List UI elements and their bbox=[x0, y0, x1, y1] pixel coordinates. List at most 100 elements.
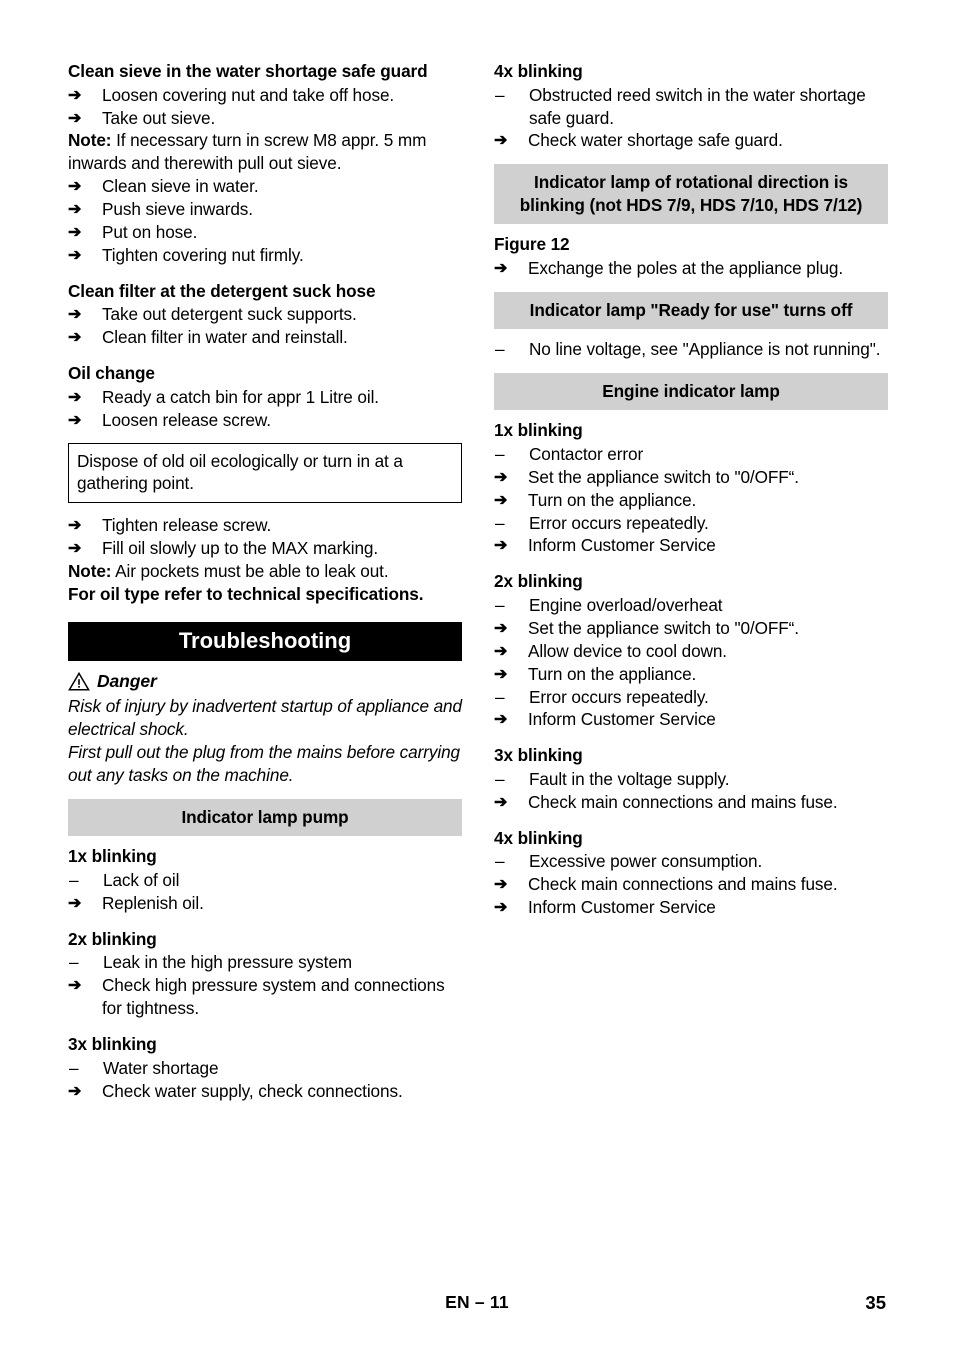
footer-language-section: EN – 11 bbox=[445, 1292, 509, 1312]
list-item: ➔ Fill oil slowly up to the MAX marking. bbox=[68, 537, 462, 560]
list-item-text: Turn on the appliance. bbox=[528, 663, 697, 684]
section-clean-sieve: Clean sieve in the water shortage safe g… bbox=[68, 60, 462, 267]
list-item: – No line voltage, see "Appliance is not… bbox=[494, 338, 888, 361]
note-label: Note: bbox=[68, 130, 112, 151]
section-bar-troubleshooting: Troubleshooting bbox=[68, 621, 462, 662]
danger-heading: Danger bbox=[68, 671, 462, 692]
group-2x-blinking-pump: 2x blinking – Leak in the high pressure … bbox=[68, 928, 462, 1020]
list-item: ➔ Inform Customer Service bbox=[494, 534, 888, 557]
list-item-text: Excessive power consumption. bbox=[529, 851, 763, 872]
arrow-icon: ➔ bbox=[494, 665, 508, 683]
list-item: ➔ Inform Customer Service bbox=[494, 708, 888, 731]
list-item: – Error occurs repeatedly. bbox=[494, 686, 888, 709]
list-item: – Leak in the high pressure system bbox=[68, 951, 462, 974]
manual-page: Clean sieve in the water shortage safe g… bbox=[0, 0, 954, 1354]
list-item: ➔ Ready a catch bin for appr 1 Litre oil… bbox=[68, 386, 462, 409]
left-column: Clean sieve in the water shortage safe g… bbox=[68, 60, 462, 1102]
note-text: Air pockets must be able to leak out. bbox=[111, 561, 389, 582]
group-1x-blinking-engine: 1x blinking – Contactor error ➔ Set the … bbox=[494, 419, 888, 557]
dash-icon: – bbox=[495, 338, 505, 359]
arrow-icon: ➔ bbox=[494, 468, 508, 486]
section-bar-engine-indicator-lamp: Engine indicator lamp bbox=[494, 372, 888, 411]
list-item: ➔ Loosen covering nut and take off hose. bbox=[68, 84, 462, 107]
list-item-text: Clean sieve in water. bbox=[102, 176, 259, 197]
arrow-icon: ➔ bbox=[68, 977, 82, 995]
note-bold-tail: For oil type refer to technical specific… bbox=[68, 583, 424, 604]
list-item-text: Error occurs repeatedly. bbox=[529, 512, 709, 533]
list-item: ➔ Loosen release screw. bbox=[68, 409, 462, 432]
dash-icon: – bbox=[495, 768, 505, 789]
arrow-icon: ➔ bbox=[494, 711, 508, 729]
group-label: 1x blinking bbox=[494, 420, 583, 441]
warning-triangle-icon bbox=[68, 672, 90, 691]
list-item: ➔ Clean filter in water and reinstall. bbox=[68, 326, 462, 349]
boxed-note: Dispose of old oil ecologically or turn … bbox=[68, 442, 462, 504]
list-item: ➔ Tighten covering nut firmly. bbox=[68, 244, 462, 267]
right-column: 4x blinking – Obstructed reed switch in … bbox=[494, 60, 888, 919]
group-label: 1x blinking bbox=[68, 846, 157, 867]
list-item: – Obstructed reed switch in the water sh… bbox=[494, 84, 888, 130]
list-item: – Contactor error bbox=[494, 443, 888, 466]
arrow-icon: ➔ bbox=[68, 223, 82, 241]
list-item-text: Set the appliance switch to "0/OFF“. bbox=[528, 617, 799, 638]
list-item: ➔ Clean sieve in water. bbox=[68, 175, 462, 198]
list-item: ➔ Check water shortage safe guard. bbox=[494, 129, 888, 152]
page-footer: EN – 11 35 bbox=[68, 1292, 886, 1318]
group-3x-blinking-engine: 3x blinking – Fault in the voltage suppl… bbox=[494, 744, 888, 813]
list-item-text: Inform Customer Service bbox=[528, 709, 716, 730]
list-item: ➔ Exchange the poles at the appliance pl… bbox=[494, 257, 888, 280]
arrow-icon: ➔ bbox=[68, 411, 82, 429]
dash-icon: – bbox=[69, 869, 79, 890]
list-item: ➔ Allow device to cool down. bbox=[494, 640, 888, 663]
group-4x-blinking-engine: 4x blinking – Excessive power consumptio… bbox=[494, 827, 888, 919]
arrow-icon: ➔ bbox=[68, 1082, 82, 1100]
dash-icon: – bbox=[69, 952, 79, 973]
dash-icon: – bbox=[495, 443, 505, 464]
note-text: If necessary turn in screw M8 appr. 5 mm… bbox=[68, 130, 427, 174]
note-label: Note: bbox=[68, 561, 112, 582]
arrow-icon: ➔ bbox=[494, 793, 508, 811]
dash-icon: – bbox=[495, 851, 505, 872]
footer-page-number: 35 bbox=[865, 1292, 886, 1313]
arrow-icon: ➔ bbox=[68, 388, 82, 406]
arrow-icon: ➔ bbox=[494, 537, 508, 555]
section-heading: Clean sieve in the water shortage safe g… bbox=[68, 61, 428, 81]
note-paragraph: Note: Air pockets must be able to leak o… bbox=[68, 560, 462, 583]
list-item-text: Set the appliance switch to "0/OFF“. bbox=[528, 466, 799, 487]
dash-icon: – bbox=[69, 1057, 79, 1078]
list-item-text: Push sieve inwards. bbox=[102, 199, 253, 220]
list-item: ➔ Replenish oil. bbox=[68, 892, 462, 915]
arrow-icon: ➔ bbox=[68, 201, 82, 219]
figure-label: Figure 12 bbox=[494, 234, 570, 255]
arrow-icon: ➔ bbox=[494, 491, 508, 509]
group-3x-blinking-pump: 3x blinking – Water shortage ➔ Check wat… bbox=[68, 1033, 462, 1102]
group-label: 3x blinking bbox=[68, 1034, 157, 1054]
list-item-text: Leak in the high pressure system bbox=[103, 952, 353, 973]
list-item-text: Loosen covering nut and take off hose. bbox=[102, 84, 395, 105]
list-item: ➔ Put on hose. bbox=[68, 221, 462, 244]
group-4x-blinking-pump: 4x blinking – Obstructed reed switch in … bbox=[494, 60, 888, 152]
list-item: – Fault in the voltage supply. bbox=[494, 768, 888, 791]
section-heading: Oil change bbox=[68, 363, 155, 384]
section-bar-rotational-direction: Indicator lamp of rotational direction i… bbox=[494, 164, 888, 225]
list-item-text: Ready a catch bin for appr 1 Litre oil. bbox=[102, 386, 379, 407]
arrow-icon: ➔ bbox=[68, 178, 82, 196]
group-label: 4x blinking bbox=[494, 827, 583, 848]
list-item-text: Put on hose. bbox=[102, 221, 198, 242]
group-label: 3x blinking bbox=[494, 745, 583, 766]
list-item: – Excessive power consumption. bbox=[494, 850, 888, 873]
arrow-icon: ➔ bbox=[494, 259, 508, 277]
list-item-text: Check main connections and mains fuse. bbox=[528, 874, 838, 895]
list-item-text: Inform Customer Service bbox=[528, 535, 716, 556]
group-label: 4x blinking bbox=[494, 61, 583, 81]
list-item-text: Contactor error bbox=[529, 443, 644, 464]
section-bar-ready-for-use: Indicator lamp "Ready for use" turns off bbox=[494, 291, 888, 329]
section-oil-change: Oil change ➔ Ready a catch bin for appr … bbox=[68, 362, 462, 606]
list-item-text: Error occurs repeatedly. bbox=[529, 686, 709, 707]
group-1x-blinking-pump: 1x blinking – Lack of oil ➔ Replenish oi… bbox=[68, 845, 462, 914]
arrow-icon: ➔ bbox=[68, 540, 82, 558]
arrow-icon: ➔ bbox=[494, 619, 508, 637]
group-2x-blinking-engine: 2x blinking – Engine overload/overheat ➔… bbox=[494, 570, 888, 731]
group-label: 2x blinking bbox=[494, 571, 583, 592]
list-item-text: Allow device to cool down. bbox=[528, 640, 727, 661]
